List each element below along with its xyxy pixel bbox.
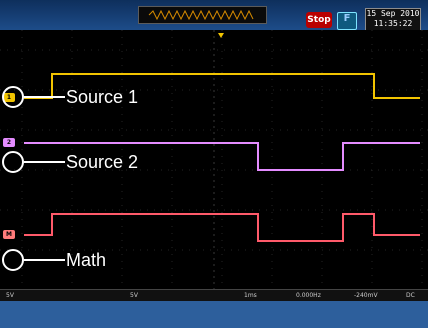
top-bar: Stop F 15 Sep 2010 11:35:22 [0, 0, 428, 34]
math-marker[interactable]: M [3, 230, 15, 239]
timebase-wave [148, 9, 254, 21]
waveform-area [0, 30, 428, 289]
time: 11:35:22 [373, 19, 413, 28]
trigger-indicator[interactable]: F [337, 12, 357, 30]
label-math: Math [66, 250, 107, 270]
label-source-2: Source 2 [66, 152, 139, 172]
leader-line-1 [24, 96, 65, 98]
grid [0, 30, 428, 289]
ch2-scale: 5V [130, 292, 138, 299]
trigger-marker [218, 33, 224, 38]
trace-math [24, 213, 420, 242]
leader-line-2 [24, 161, 65, 163]
marker-circle-1 [2, 86, 24, 108]
timebase-overview[interactable] [138, 6, 267, 24]
ch1-scale: 5V [6, 292, 14, 299]
marker-circle-2 [2, 151, 24, 173]
trigger-level: -240mV [354, 292, 378, 299]
sample-rate: 0.000Hz [296, 292, 321, 299]
leader-line-math [24, 259, 65, 261]
scope-screen: 1 2 M Source 1 Source 2 Math + 5V [0, 30, 428, 319]
coupling: DC [406, 292, 415, 299]
marker-circle-math [2, 249, 24, 271]
ch2-marker[interactable]: 2 [3, 138, 15, 147]
timebase: 1ms [244, 292, 257, 299]
label-source-1: Source 1 [66, 87, 139, 107]
stop-status[interactable]: Stop [306, 12, 332, 28]
bottom-bezel [0, 301, 428, 328]
date: 15 Sep 2010 [366, 9, 420, 18]
status-bar: 5V 5V 1ms 0.000Hz -240mV DC [0, 289, 428, 301]
